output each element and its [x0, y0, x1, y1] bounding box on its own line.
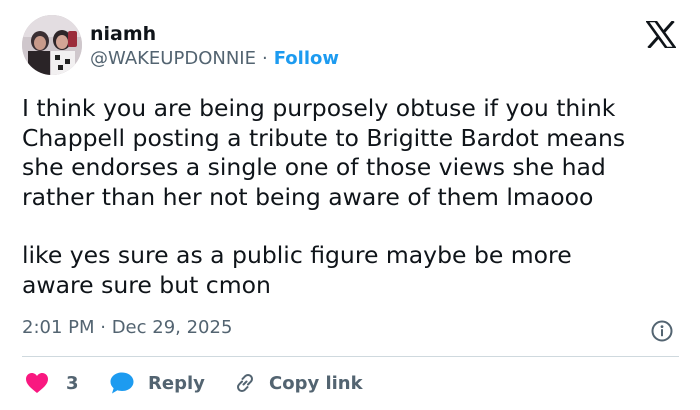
- display-name[interactable]: niamh: [90, 22, 156, 46]
- avatar[interactable]: [22, 15, 82, 75]
- copy-link-button[interactable]: Copy link: [233, 370, 363, 396]
- tweet-text: I think you are being purposely obtuse i…: [22, 94, 687, 300]
- tweet-line: Chappell posting a tribute to Brigitte B…: [22, 123, 626, 152]
- like-button[interactable]: 3: [25, 370, 79, 396]
- speech-bubble-icon: [109, 371, 135, 395]
- reply-label: Reply: [148, 372, 205, 394]
- x-logo[interactable]: [644, 19, 678, 50]
- reply-button[interactable]: Reply: [109, 370, 205, 396]
- separator-dot: ·: [261, 48, 268, 69]
- timestamp[interactable]: 2:01 PM · Dec 29, 2025: [22, 316, 232, 340]
- info-icon[interactable]: [651, 320, 673, 342]
- follow-button[interactable]: Follow: [274, 48, 339, 69]
- handle[interactable]: @WAKEUPDONNIE: [90, 48, 256, 69]
- copy-link-label: Copy link: [269, 372, 363, 394]
- heart-icon: [25, 372, 49, 394]
- tweet-line: she endorses a single one of those views…: [22, 153, 606, 181]
- tweet-line: aware sure but cmon: [22, 270, 271, 299]
- like-count: 3: [66, 372, 79, 394]
- tweet-line: rather than her not being aware of them …: [22, 182, 594, 211]
- tweet-line: like yes sure as a public figure maybe b…: [22, 241, 572, 269]
- divider: [22, 356, 679, 357]
- tweet-line: I think you are being purposely obtuse i…: [22, 94, 616, 122]
- handle-row: @WAKEUPDONNIE · Follow: [90, 47, 339, 71]
- tweet-card: niamh @WAKEUPDONNIE · Follow I think you a…: [0, 0, 700, 410]
- link-icon: [233, 371, 257, 395]
